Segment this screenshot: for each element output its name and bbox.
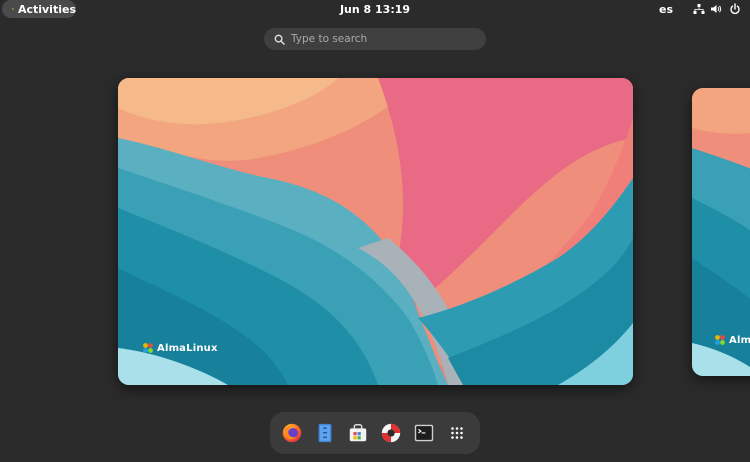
search-icon	[274, 34, 285, 45]
show-apps-button[interactable]	[445, 421, 469, 445]
clock[interactable]: Jun 8 13:19	[0, 3, 750, 16]
terminal-launcher[interactable]	[412, 421, 436, 445]
wallpaper-brand: Alma	[714, 334, 750, 346]
app-grid-icon	[451, 427, 463, 439]
workspace-thumbnail-active[interactable]: AlmaLinux	[118, 78, 633, 385]
firefox-icon	[282, 423, 302, 443]
wallpaper-image	[118, 78, 633, 385]
dash	[270, 412, 480, 454]
almalinux-logo-icon	[715, 335, 725, 345]
software-launcher[interactable]	[346, 421, 370, 445]
terminal-icon	[414, 424, 434, 442]
files-icon	[318, 423, 332, 443]
keyboard-layout-indicator[interactable]: es	[659, 3, 673, 16]
brand-label: AlmaLinux	[157, 342, 218, 354]
wallpaper-image	[692, 88, 750, 376]
help-launcher[interactable]	[379, 421, 403, 445]
firefox-launcher[interactable]	[280, 421, 304, 445]
help-icon	[381, 423, 401, 443]
files-launcher[interactable]	[313, 421, 337, 445]
workspace-thumbnail-next[interactable]: Alma	[692, 88, 750, 376]
software-icon	[349, 424, 367, 442]
power-icon[interactable]	[729, 3, 741, 15]
search-box[interactable]	[264, 28, 486, 50]
volume-icon[interactable]	[710, 3, 722, 15]
search-input[interactable]	[291, 33, 471, 45]
top-bar: Activities Jun 8 13:19 es	[0, 0, 750, 19]
almalinux-logo-icon	[143, 343, 153, 353]
brand-label: Alma	[729, 334, 750, 346]
network-icon[interactable]	[693, 3, 705, 15]
wallpaper-brand: AlmaLinux	[142, 342, 218, 354]
